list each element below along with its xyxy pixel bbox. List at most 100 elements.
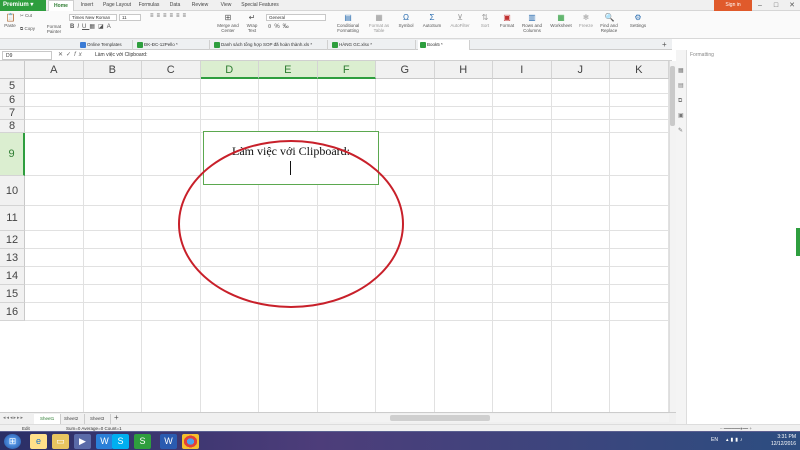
- clock[interactable]: 3:31 PM 12/12/2016: [771, 434, 796, 448]
- row-header-5[interactable]: 5: [0, 79, 25, 94]
- format-as-table-button[interactable]: ▦ Format as Table: [366, 13, 392, 33]
- add-sheet-icon[interactable]: +: [114, 413, 119, 422]
- row-header-6[interactable]: 6: [0, 94, 25, 107]
- media-player-icon[interactable]: ▶: [74, 434, 91, 449]
- font-size-select[interactable]: 11: [119, 14, 141, 21]
- sheet-tab-sheet3[interactable]: Sheet3: [84, 414, 112, 424]
- row-header-8[interactable]: 8: [0, 120, 25, 133]
- selected-merged-cell[interactable]: Làm việc với Clipboard:: [203, 131, 379, 185]
- doc-tab[interactable]: HÀNG GC.xlsx *: [330, 40, 416, 50]
- writer-icon[interactable]: W: [160, 434, 177, 449]
- rows-columns-label: Rows and Columns: [521, 23, 542, 33]
- doc-tab[interactable]: Danh sách tổng hợp SOP đã hoàn thành.xls…: [212, 40, 328, 50]
- chrome-icon[interactable]: [182, 434, 199, 449]
- column-header-a[interactable]: A: [25, 61, 84, 79]
- column-header-h[interactable]: H: [434, 61, 493, 79]
- column-header-i[interactable]: I: [493, 61, 552, 79]
- sheet-tab-sheet2[interactable]: Sheet2: [58, 414, 86, 424]
- column-header-f[interactable]: F: [317, 61, 376, 79]
- autofilter-button[interactable]: ⊻ AutoFilter: [447, 13, 473, 28]
- autosum-button[interactable]: Σ AutoSum: [420, 13, 444, 28]
- horizontal-scrollbar[interactable]: [330, 414, 669, 422]
- row-header-13[interactable]: 13: [0, 249, 25, 267]
- menu-tab-page-layout[interactable]: Page Layout: [100, 0, 134, 11]
- row-header-14[interactable]: 14: [0, 267, 25, 285]
- menu-tab-formulas[interactable]: Formulas: [135, 0, 163, 11]
- menu-tab-data[interactable]: Data: [164, 0, 186, 11]
- menu-tab-home[interactable]: Home: [48, 0, 74, 11]
- menu-tab-review[interactable]: Review: [188, 0, 212, 11]
- task-pane: [676, 50, 800, 424]
- windows-start-icon[interactable]: ⊞: [4, 434, 21, 449]
- row-header-11[interactable]: 11: [0, 206, 25, 231]
- column-header-c[interactable]: C: [142, 61, 201, 79]
- task-pane-toggle-handle[interactable]: [796, 228, 800, 256]
- sheet-nav-icons[interactable]: ◂◂◂▸▸▸: [3, 415, 24, 421]
- sign-in-button[interactable]: Sign in: [714, 0, 752, 11]
- formula-buttons[interactable]: ✕✓fx: [58, 51, 85, 58]
- minimize-icon[interactable]: –: [752, 0, 768, 11]
- conditional-formatting-button[interactable]: ▤ Conditional Formatting: [333, 13, 363, 33]
- tray-icons[interactable]: ▴▮▮♪: [726, 437, 745, 443]
- worksheet-button[interactable]: ▦ Worksheet: [547, 13, 575, 28]
- input-language[interactable]: EN: [711, 437, 718, 443]
- pane-tool-icons[interactable]: ▦ ▤ ⧉ ▣ ✎: [678, 64, 684, 139]
- sort-button[interactable]: ⇅ Sort: [476, 13, 494, 28]
- spreadsheets-icon[interactable]: S: [134, 434, 151, 449]
- font-style-buttons[interactable]: BIU▦◪A: [70, 24, 140, 30]
- column-header-j[interactable]: J: [551, 61, 610, 79]
- menu-tab-insert[interactable]: Insert: [74, 0, 100, 11]
- select-all-corner[interactable]: [0, 61, 25, 79]
- rows-columns-button[interactable]: ▥ Rows and Columns: [519, 13, 545, 33]
- task-pane-icon-strip: ▦ ▤ ⧉ ▣ ✎: [676, 50, 687, 424]
- paste-button[interactable]: 📋 Paste: [3, 13, 17, 28]
- menu-tab-view[interactable]: View: [214, 0, 238, 11]
- vertical-scroll-thumb[interactable]: [670, 66, 675, 126]
- spreadsheet-grid[interactable]: A B C D E F G H I J K 5 6 7 8 9 10 11 12 13 14 15 16: [0, 61, 669, 412]
- skype-icon[interactable]: S: [112, 434, 129, 449]
- row-header-15[interactable]: 15: [0, 285, 25, 303]
- clock-time: 3:31 PM: [777, 434, 796, 440]
- settings-button[interactable]: ⚙ Settings: [626, 13, 650, 28]
- format-button[interactable]: ▣ Format: [497, 13, 517, 28]
- horizontal-scroll-thumb[interactable]: [390, 415, 490, 421]
- number-format-select[interactable]: General: [266, 14, 326, 21]
- row-header-7[interactable]: 7: [0, 107, 25, 120]
- freeze-button[interactable]: ❄ Freeze: [577, 13, 595, 28]
- row-header-16[interactable]: 16: [0, 303, 25, 321]
- font-name-select[interactable]: Times New Roman: [69, 14, 117, 21]
- column-header-d[interactable]: D: [200, 61, 259, 79]
- close-icon[interactable]: ✕: [784, 0, 800, 11]
- doc-tab[interactable]: ĐK-ĐC-12Pello *: [135, 40, 210, 50]
- menu-tab-special-features[interactable]: Special Features: [240, 0, 280, 11]
- merge-center-button[interactable]: ⊞ Merge and Center: [216, 13, 240, 33]
- row-header-10[interactable]: 10: [0, 176, 25, 206]
- word-icon[interactable]: W: [96, 434, 113, 449]
- wrap-text-button[interactable]: ↵ Wrap Text: [243, 13, 261, 33]
- new-tab-icon[interactable]: +: [662, 40, 667, 49]
- maximize-icon[interactable]: □: [768, 0, 784, 11]
- folder-icon[interactable]: ▭: [52, 434, 69, 449]
- column-header-k[interactable]: K: [610, 61, 669, 79]
- column-header-b[interactable]: B: [83, 61, 142, 79]
- formula-content[interactable]: Làm việc với Clipboard:: [95, 51, 147, 60]
- row-header-9[interactable]: 9: [0, 133, 25, 176]
- ie-explorer-icon[interactable]: e: [30, 434, 47, 449]
- doc-tab[interactable]: Online Templates: [78, 40, 133, 50]
- column-header-g[interactable]: G: [376, 61, 435, 79]
- symbol-button[interactable]: Ω Symbol: [395, 13, 417, 28]
- cut-button[interactable]: ✂ Cut: [20, 13, 42, 18]
- app-brand-button[interactable]: Premium ▾: [0, 0, 46, 11]
- copy-button[interactable]: ⧉ Copy: [20, 26, 42, 31]
- doc-tab[interactable]: Book5 *: [418, 40, 470, 50]
- format-painter-button[interactable]: Format Painter: [43, 24, 65, 34]
- gear-icon: ⚙: [634, 13, 642, 22]
- sort-label: Sort: [480, 23, 490, 28]
- column-header-e[interactable]: E: [259, 61, 318, 79]
- number-buttons[interactable]: ¤%‰: [268, 24, 326, 30]
- align-buttons[interactable]: ≡≡≡≡≡≡: [150, 13, 210, 19]
- name-box[interactable]: D9: [2, 51, 52, 60]
- find-replace-button[interactable]: 🔍 Find and Replace: [597, 13, 621, 33]
- row-header-12[interactable]: 12: [0, 231, 25, 249]
- spreadsheet-file-icon: [80, 42, 86, 48]
